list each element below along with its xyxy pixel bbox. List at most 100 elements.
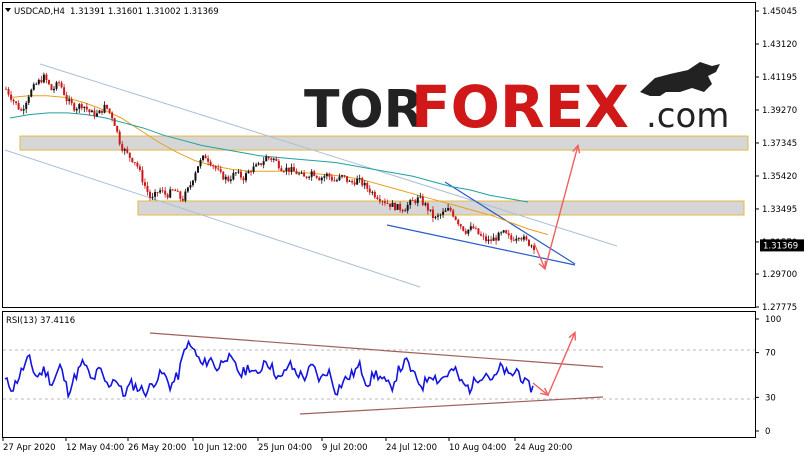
candle-body [93,110,96,117]
candle-body [234,172,237,174]
candle-body [50,84,53,91]
candle-body [320,177,323,181]
candle-body [376,197,379,199]
candle-body [396,204,399,210]
candle-body [75,108,78,111]
candle-body [260,163,263,165]
candle-body [482,235,485,237]
candle-body [287,167,290,172]
candle-body [300,173,303,174]
candle-body [303,173,306,177]
candle-body [217,168,220,170]
candle-body [111,112,114,119]
candle-body [128,152,131,158]
candle-body [495,237,498,241]
price-tick-label: 1.41195 [762,73,797,83]
candle-body [295,171,298,175]
candle-body [485,236,487,242]
candle-body [204,155,207,159]
candle-body [477,228,480,235]
candle-body [361,178,364,186]
candle-body [116,125,119,132]
candle-body [522,236,525,240]
candle-body [141,170,144,183]
candle-body [449,208,452,211]
candle-body [214,166,217,169]
candle-body [159,190,162,193]
resistance-zone [137,200,745,216]
candle-body [434,216,437,218]
candle-body [78,104,81,109]
candle-body [35,83,38,85]
candle-body [265,156,268,162]
candle-body [474,228,477,230]
price-axis: 1.45045 1.43120 1.41195 1.39270 1.37345 1.354… [755,7,804,313]
candle-body [53,88,55,91]
candle-body [85,106,88,110]
candle-body [515,238,518,241]
candle-body [363,182,366,186]
candle-body [381,201,384,203]
rsi-tick-label: 0 [765,427,770,437]
candle-body [237,171,240,173]
candle-body [520,238,523,240]
candle-body [10,94,13,100]
candle-body [63,87,66,96]
candle-body [250,171,253,173]
time-tick-label: 12 May 04:00 [66,443,124,453]
candle-body [341,175,343,177]
candle-body [459,224,462,227]
candle-body [224,176,227,180]
candle-body [232,172,235,180]
candle-body [270,158,273,160]
candle-body [305,176,308,178]
candle-body [252,166,255,172]
candle-body [313,171,316,176]
candle-body [383,201,386,204]
candle-body [325,173,328,177]
candle-body [419,196,422,198]
candle-body [452,210,455,217]
candle-body [32,84,35,90]
price-tick-label: 1.37345 [762,139,797,149]
candle-body [348,180,351,182]
candle-body [70,99,73,104]
candle-body [315,175,318,178]
candle-body [442,211,445,215]
rsi-tick-label: 30 [765,393,776,403]
candle-body [207,158,210,162]
candle-body [179,191,182,199]
candle-body [131,157,134,163]
price-chart: USDCAD,H4 1.31391 1.31601 1.31002 1.3136… [2,2,804,453]
candle-body [247,171,250,174]
candle-body [386,203,389,204]
candle-body [346,176,349,182]
candle-body [255,164,258,167]
price-tick-label: 1.43120 [762,40,797,50]
price-panel [2,2,756,308]
candle-body [457,219,460,225]
candle-body [437,215,439,217]
candle-body [527,239,530,246]
candle-body [293,167,295,172]
logo-forex: FOREX [411,73,629,141]
time-axis: 27 Apr 2020 12 May 04:00 26 May 20:00 10 Ju… [2,437,572,453]
time-tick-label: 27 Apr 2020 [3,443,56,453]
candle-body [464,230,467,234]
candle-body [391,202,394,207]
price-tick-label: 1.45045 [762,7,797,17]
candle-body [143,182,146,186]
rsi-label: RSI(13) 37.4116 [6,316,75,326]
candle-body [98,110,101,114]
candle-body [525,236,528,240]
candle-body [272,158,275,160]
candle-body [121,144,124,151]
candle-body [83,106,86,109]
candle-body [431,209,434,218]
candle-body [164,190,167,195]
candle-body [161,190,164,192]
candle-body [358,178,361,179]
candle-body [462,226,465,231]
candle-body [497,232,500,241]
candle-body [191,180,194,186]
